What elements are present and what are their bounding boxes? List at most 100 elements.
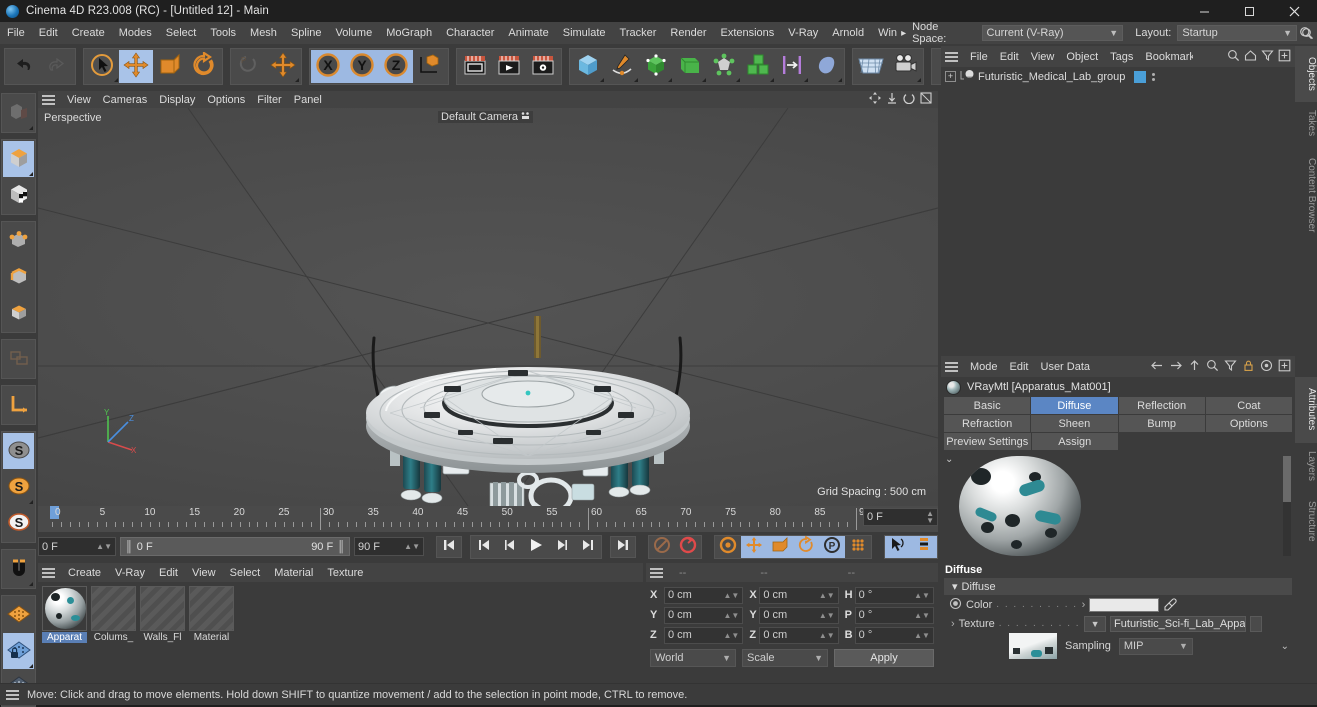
- go-to-start-button[interactable]: [436, 535, 462, 558]
- enable-axis-button[interactable]: S: [3, 433, 34, 469]
- preview-range-bar[interactable]: ║ 0 F 90 F ║: [120, 537, 350, 556]
- hamburger-icon[interactable]: [42, 94, 55, 105]
- menu-item-file[interactable]: File: [0, 22, 32, 44]
- add-array-button[interactable]: [741, 50, 775, 83]
- lock-x-axis-button[interactable]: X: [311, 50, 345, 83]
- select-tool-button[interactable]: [85, 50, 119, 83]
- add-light-button[interactable]: [809, 50, 843, 83]
- menu-item-character[interactable]: Character: [439, 22, 501, 44]
- material-thumbnail[interactable]: [91, 586, 136, 631]
- add-nurbs-button[interactable]: [673, 50, 707, 83]
- menu-item-select[interactable]: Select: [159, 22, 204, 44]
- material-item[interactable]: Walls_Fl: [140, 586, 185, 683]
- menu-item-tools[interactable]: Tools: [203, 22, 243, 44]
- position-key-button[interactable]: [741, 535, 767, 558]
- orbit-icon[interactable]: [903, 92, 915, 107]
- frame-field[interactable]: 0 F ▲▼: [38, 537, 116, 556]
- undo-button[interactable]: [6, 50, 40, 83]
- scale-key-button[interactable]: [767, 535, 793, 558]
- step-forward-button[interactable]: [549, 536, 575, 558]
- point-level-animation-button[interactable]: [845, 536, 871, 558]
- texture-browse-button[interactable]: [1250, 615, 1263, 632]
- menu-item-volume[interactable]: Volume: [329, 22, 380, 44]
- spinner-icon[interactable]: ▲▼: [723, 591, 739, 600]
- material-menu-vray[interactable]: V-Ray: [108, 567, 152, 579]
- hamburger-icon[interactable]: [42, 567, 55, 578]
- menu-item-animate[interactable]: Animate: [501, 22, 555, 44]
- menu-item-vray[interactable]: V-Ray: [781, 22, 825, 44]
- tab-coat[interactable]: Coat: [1205, 397, 1292, 414]
- spinner-icon[interactable]: ▲▼: [819, 611, 835, 620]
- target-icon[interactable]: [1260, 359, 1273, 375]
- home-icon[interactable]: [1244, 49, 1257, 65]
- coord-field-pos-y[interactable]: 0 cm ▲▼: [664, 606, 744, 624]
- lock-icon[interactable]: [1242, 359, 1255, 375]
- tab-bump[interactable]: Bump: [1118, 415, 1205, 432]
- texture-path-field[interactable]: Futuristic_Sci-fi_Lab_Apparatus_B: [1110, 615, 1247, 632]
- project-timeline-button[interactable]: [911, 535, 937, 558]
- magnet-tool-button[interactable]: [3, 551, 34, 587]
- search-icon[interactable]: [1206, 359, 1219, 375]
- material-thumbnail[interactable]: [42, 586, 87, 631]
- enable-quantize-button[interactable]: S: [3, 505, 34, 541]
- step-back-button[interactable]: [497, 536, 523, 558]
- polygons-mode-button[interactable]: [3, 295, 34, 331]
- attributes-menu-edit[interactable]: Edit: [1004, 361, 1035, 373]
- menu-overflow-icon[interactable]: ▸: [897, 28, 910, 39]
- render-view-button[interactable]: [458, 50, 492, 83]
- object-menu-file[interactable]: File: [964, 51, 994, 63]
- maximize-view-icon[interactable]: [920, 92, 932, 107]
- coord-field-rot-p[interactable]: 0 ° ▲▼: [854, 606, 934, 624]
- vtab-layers[interactable]: Layers: [1295, 442, 1317, 491]
- viewport-menu-options[interactable]: Options: [201, 94, 251, 106]
- material-name[interactable]: Walls_Fl: [140, 632, 185, 643]
- object-menu-object[interactable]: Object: [1060, 51, 1104, 63]
- node-space-select[interactable]: Current (V-Ray) ▼: [981, 25, 1124, 41]
- max-frame-field[interactable]: 90 F ▲▼: [354, 537, 424, 556]
- play-button[interactable]: [523, 536, 549, 558]
- world-move-button[interactable]: [266, 50, 300, 83]
- spinner-icon[interactable]: ▲▼: [96, 543, 112, 551]
- spinner-icon[interactable]: ▲▼: [926, 510, 934, 525]
- coord-space-select[interactable]: World ▼: [650, 648, 736, 667]
- make-editable-button[interactable]: [3, 95, 34, 131]
- record-active-objects-button[interactable]: [649, 536, 675, 558]
- object-menu-edit[interactable]: Edit: [994, 51, 1025, 63]
- coord-field-rot-h[interactable]: 0 ° ▲▼: [854, 586, 934, 604]
- vtab-takes[interactable]: Takes: [1295, 102, 1317, 144]
- filter-icon[interactable]: [1261, 49, 1274, 65]
- add-cube-button[interactable]: [571, 50, 605, 83]
- viewport-menu-panel[interactable]: Panel: [288, 94, 328, 106]
- rotation-key-button[interactable]: [793, 535, 819, 558]
- menu-item-mesh[interactable]: Mesh: [243, 22, 284, 44]
- menu-item-simulate[interactable]: Simulate: [556, 22, 613, 44]
- enable-snapping-button[interactable]: S: [3, 469, 34, 505]
- attributes-menu-user-data[interactable]: User Data: [1035, 361, 1097, 373]
- apply-button[interactable]: Apply: [834, 648, 934, 667]
- go-to-previous-key-button[interactable]: [471, 536, 497, 558]
- menu-item-tracker[interactable]: Tracker: [613, 22, 664, 44]
- texture-mode-button[interactable]: [3, 177, 34, 213]
- scale-tool-button[interactable]: [153, 50, 187, 83]
- spinner-icon[interactable]: ▲▼: [819, 631, 835, 640]
- viewport-menu-cameras[interactable]: Cameras: [97, 94, 154, 106]
- spinner-icon[interactable]: ▲▼: [723, 631, 739, 640]
- attributes-scrollbar[interactable]: [1283, 456, 1291, 556]
- panel-search-icon[interactable]: [1299, 26, 1315, 42]
- material-item[interactable]: Apparat: [42, 586, 87, 683]
- tab-reflection[interactable]: Reflection: [1118, 397, 1205, 414]
- pan-icon[interactable]: [869, 92, 881, 107]
- menu-item-spline[interactable]: Spline: [284, 22, 329, 44]
- hamburger-icon[interactable]: [945, 51, 958, 62]
- object-menu-tags[interactable]: Tags: [1104, 51, 1139, 63]
- move-tool-button[interactable]: [119, 50, 153, 83]
- viewport-menu-display[interactable]: Display: [153, 94, 201, 106]
- keyframe-selection-button[interactable]: [715, 536, 741, 558]
- add-generator-button[interactable]: [639, 50, 673, 83]
- material-item[interactable]: Colums_: [91, 586, 136, 683]
- material-item[interactable]: Material: [189, 586, 234, 683]
- object-visibility-dots[interactable]: [1152, 72, 1157, 81]
- model-mode-button[interactable]: [3, 141, 34, 177]
- hamburger-icon[interactable]: [650, 567, 663, 578]
- spinner-icon[interactable]: ▲▼: [914, 631, 930, 640]
